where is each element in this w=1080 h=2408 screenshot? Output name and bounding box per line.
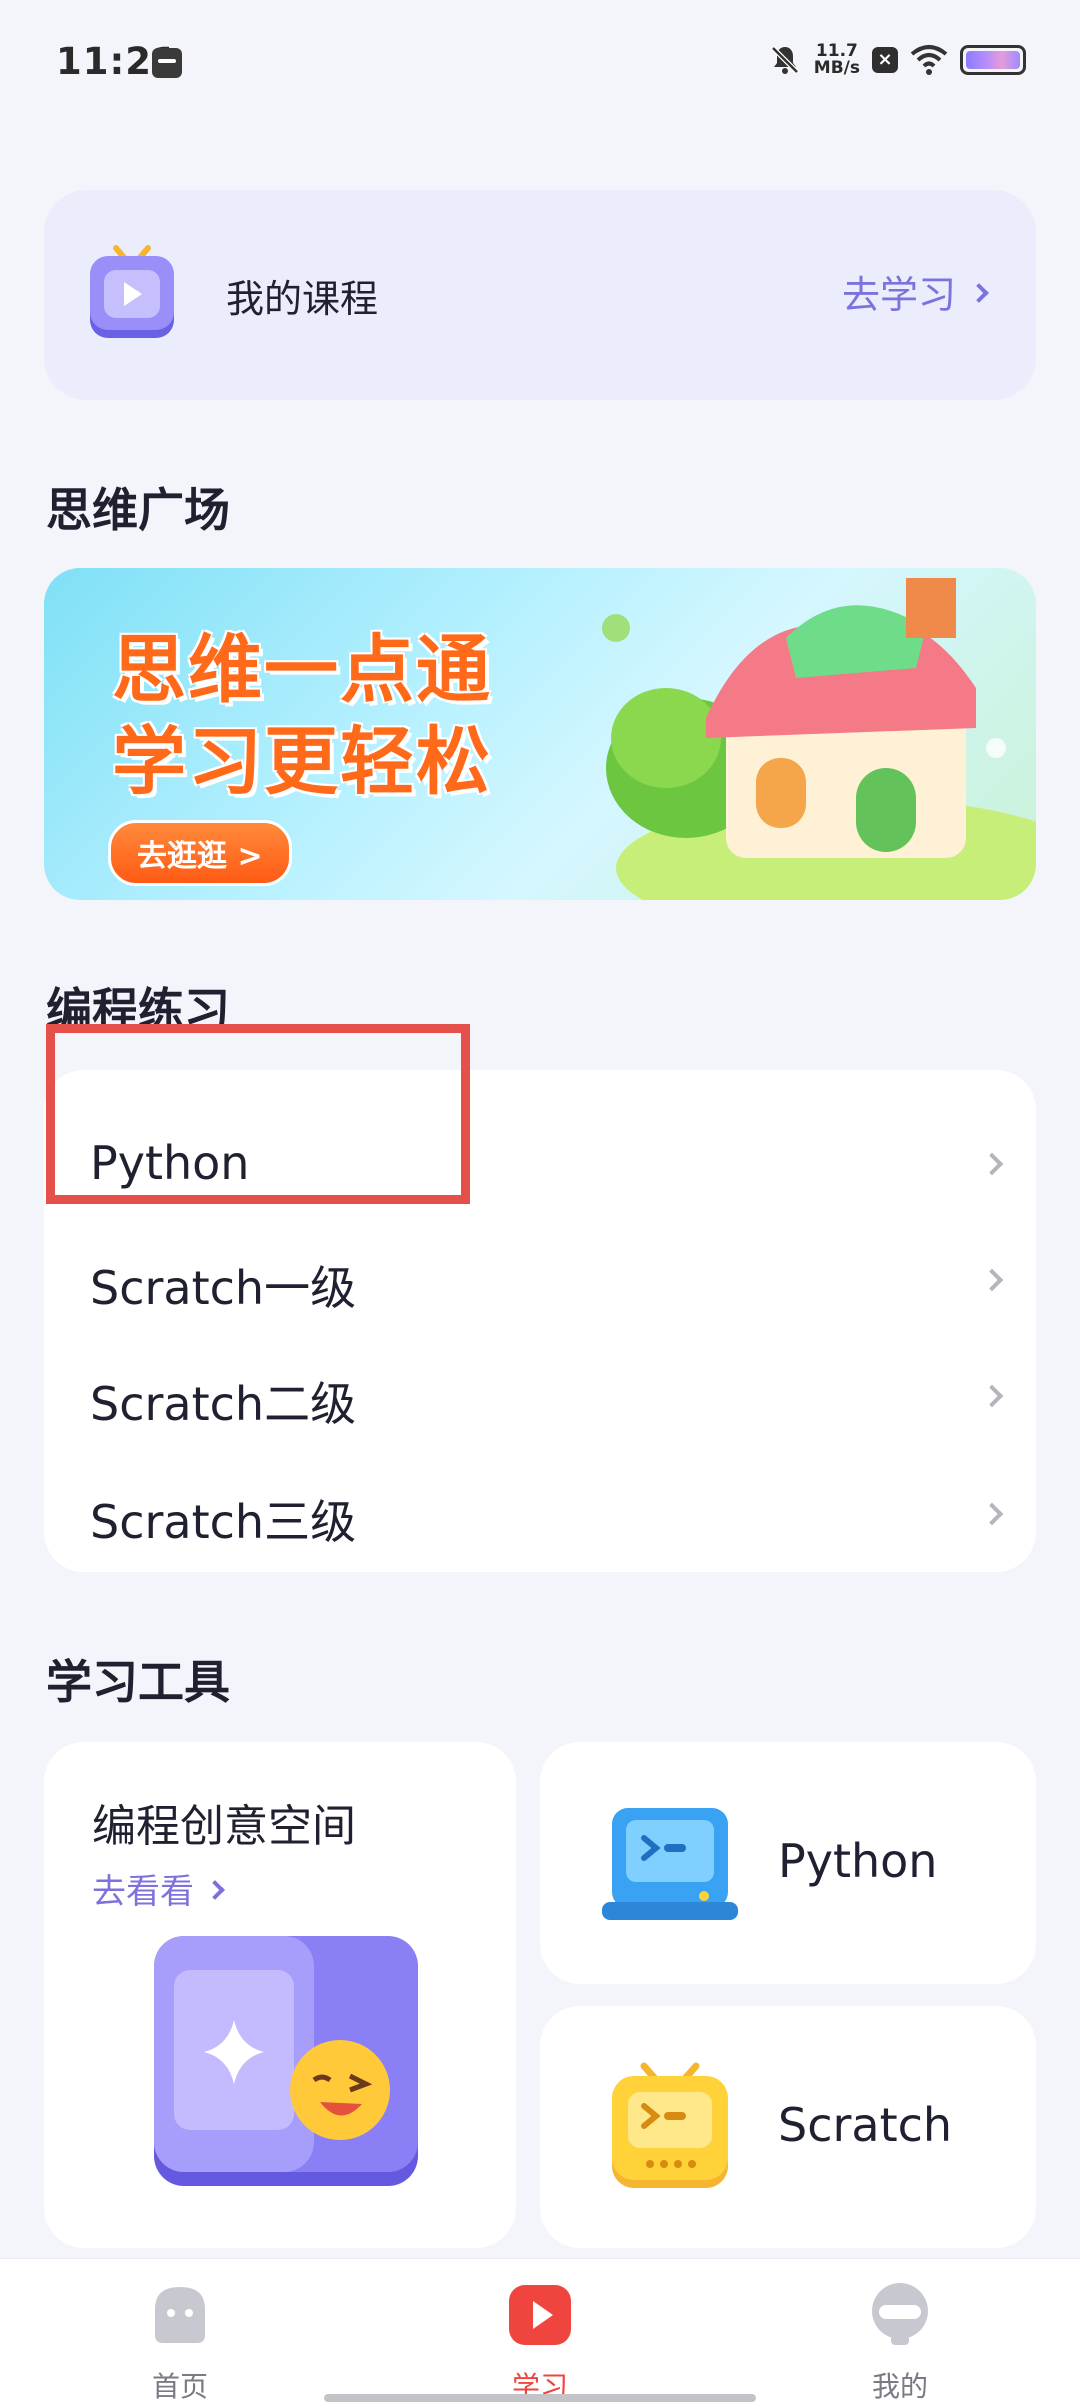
section-title-thinking: 思维广场 — [46, 483, 230, 537]
chevron-right-icon — [205, 1879, 225, 1900]
scratch-tv-icon — [612, 2062, 728, 2188]
profile-icon — [872, 2283, 928, 2345]
speed-unit: MB/s — [813, 58, 860, 78]
close-box-icon: × — [872, 47, 898, 73]
python-tool-label: Python — [778, 1834, 938, 1888]
status-icons: 11.7 MB/s × — [768, 40, 1026, 80]
nav-mine[interactable]: 我的 — [820, 2279, 980, 2405]
banner-go-button[interactable]: 去逛逛 > — [108, 820, 292, 886]
creative-space-illustration — [154, 1936, 418, 2186]
thinking-banner[interactable]: 思维一点通 学习更轻松 去逛逛 > — [44, 568, 1036, 900]
nav-home-label: 首页 — [151, 2370, 208, 2403]
nav-mine-label: 我的 — [871, 2370, 928, 2403]
wifi-icon — [910, 45, 948, 75]
go-see-label: 去看看 — [92, 1872, 194, 1912]
status-bar: 11:21 11.7 MB/s × — [0, 0, 1080, 120]
section-title-tools: 学习工具 — [46, 1655, 230, 1709]
banner-line-1: 思维一点通 — [112, 627, 492, 713]
python-tool-card[interactable]: Python — [540, 1742, 1036, 1984]
chevron-right-icon — [969, 282, 989, 303]
list-item-scratch-1[interactable]: Scratch一级 — [44, 1222, 1036, 1338]
highlight-annotation-box — [46, 1024, 470, 1204]
chevron-right-icon — [980, 1384, 1004, 1408]
nav-study[interactable]: 学习 — [460, 2279, 620, 2405]
video-tv-icon — [90, 245, 174, 338]
chevron-right-icon — [980, 1152, 1004, 1176]
scratch-tool-label: Scratch — [778, 2098, 953, 2152]
my-course-card[interactable]: 我的课程 去学习 — [44, 190, 1036, 400]
chevron-right-icon — [980, 1268, 1004, 1292]
network-speed: 11.7 MB/s — [814, 43, 860, 77]
house-illustration — [602, 578, 1036, 900]
creative-space-card[interactable]: 编程创意空间 去看看 — [44, 1742, 516, 2248]
list-item-label: Scratch一级 — [90, 1261, 357, 1315]
bottom-nav: 首页 学习 我的 — [0, 2258, 1080, 2408]
list-item-label: Scratch三级 — [90, 1495, 357, 1549]
list-item-scratch-3[interactable]: Scratch三级 — [44, 1456, 1036, 1572]
banner-line-2: 学习更轻松 — [112, 719, 492, 805]
python-computer-icon — [602, 1808, 738, 1920]
go-study-link[interactable]: 去学习 — [841, 264, 989, 319]
home-indicator[interactable] — [324, 2394, 756, 2402]
study-play-icon — [509, 2285, 571, 2345]
home-robot-icon — [155, 2287, 205, 2343]
chevron-right-icon — [980, 1502, 1004, 1526]
go-see-link[interactable]: 去看看 — [92, 1864, 225, 1913]
scratch-tool-card[interactable]: Scratch — [540, 2006, 1036, 2248]
battery-icon — [960, 45, 1026, 75]
creative-space-title: 编程创意空间 — [92, 1801, 356, 1852]
nav-home[interactable]: 首页 — [100, 2279, 260, 2405]
go-study-label: 去学习 — [841, 273, 956, 317]
my-course-title: 我的课程 — [226, 277, 379, 321]
notification-icon — [152, 48, 182, 78]
mute-bell-icon — [771, 46, 799, 74]
list-item-scratch-2[interactable]: Scratch二级 — [44, 1338, 1036, 1454]
list-item-label: Scratch二级 — [90, 1377, 357, 1431]
